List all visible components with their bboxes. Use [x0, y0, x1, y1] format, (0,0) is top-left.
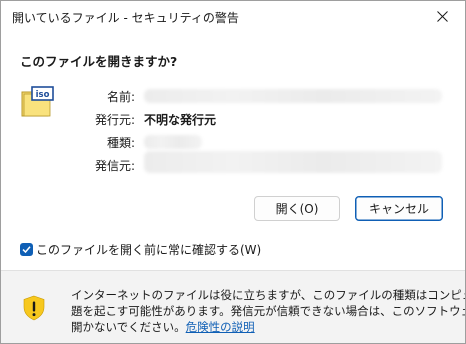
warning-line-2: 題を起こす可能性があります。発信元が信頼できない場合は、このソフトウェアを: [71, 304, 466, 318]
window-title: 開いているファイル - セキュリティの警告: [12, 11, 239, 25]
publisher-value: 不明な発行元: [144, 113, 217, 127]
type-label: 種類:: [106, 136, 135, 150]
name-label: 名前:: [106, 90, 135, 104]
iso-file-icon: iso: [21, 86, 54, 117]
close-button[interactable]: [419, 1, 465, 32]
warning-line-3-text: 開かないでください。: [71, 320, 186, 334]
name-value-blurred: [144, 89, 442, 103]
always-ask-checkbox[interactable]: [20, 242, 33, 256]
warning-line-1: インターネットのファイルは役に立ちますが、このファイルの種類はコンピューターに問: [71, 288, 465, 302]
warning-message: インターネットのファイルは役に立ちますが、このファイルの種類はコンピューターに問…: [71, 287, 466, 335]
open-button[interactable]: 開く(O): [254, 196, 340, 221]
type-value-blurred: [144, 135, 202, 149]
source-value-blurred: [144, 151, 442, 173]
publisher-label: 発行元:: [94, 113, 135, 127]
title-bar[interactable]: 開いているファイル - セキュリティの警告: [1, 1, 465, 32]
iso-icon-label: iso: [36, 90, 50, 100]
security-warning-dialog: 開いているファイル - セキュリティの警告 このファイルを開きますか? iso …: [0, 0, 466, 344]
dialog-heading: このファイルを開きますか?: [20, 54, 178, 69]
warning-shield-icon: [23, 295, 45, 321]
close-icon: [436, 11, 448, 22]
checkmark-icon: [22, 245, 31, 253]
warning-line-3: 開かないでください。危険性の説明: [71, 319, 451, 335]
source-label: 発信元:: [94, 159, 135, 173]
always-ask-label: このファイルを開く前に常に確認する(W): [36, 242, 262, 257]
always-ask-checkbox-row[interactable]: このファイルを開く前に常に確認する(W): [20, 241, 261, 257]
cancel-button[interactable]: キャンセル: [355, 196, 443, 221]
risk-explanation-link[interactable]: 危険性の説明: [186, 320, 255, 334]
warning-footer: インターネットのファイルは役に立ちますが、このファイルの種類はコンピューターに問…: [1, 270, 466, 343]
